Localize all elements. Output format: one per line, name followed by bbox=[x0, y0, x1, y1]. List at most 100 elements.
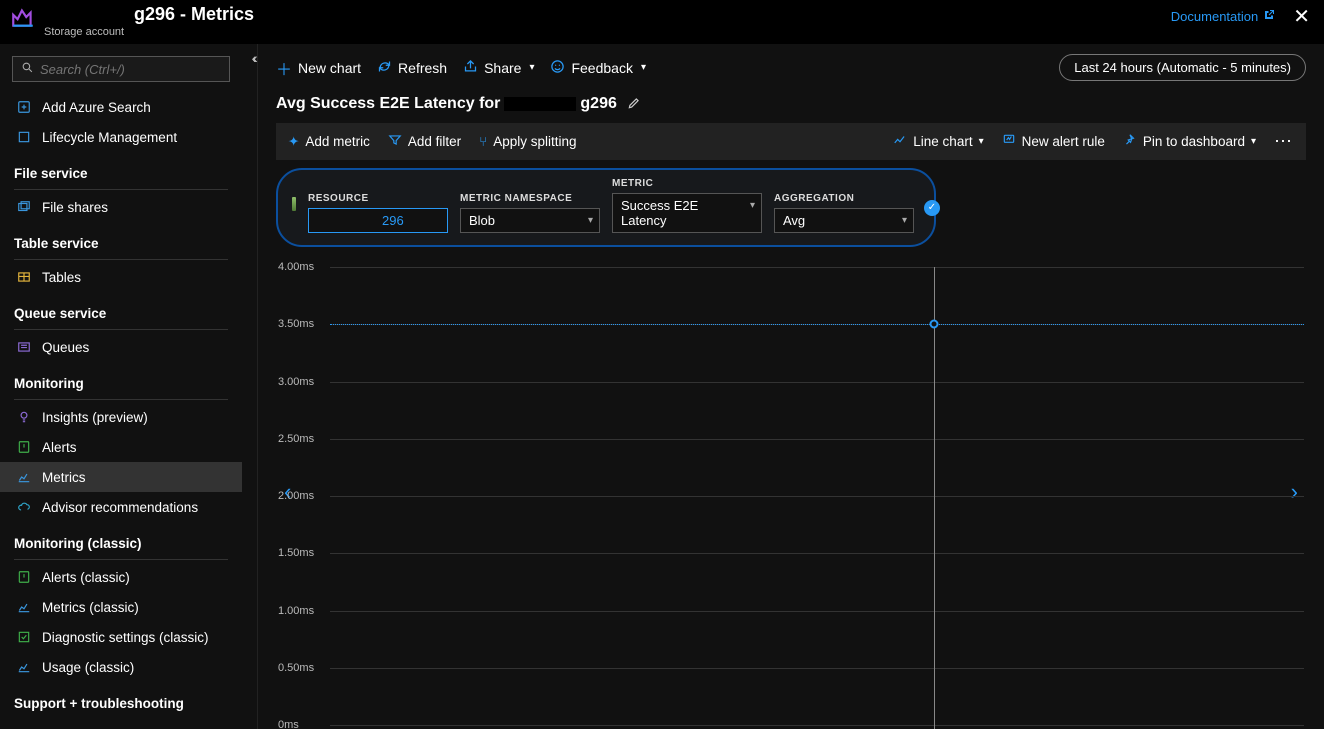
sidebar-item-file-shares[interactable]: File shares bbox=[0, 192, 242, 222]
sidebar-item-lifecycle-management[interactable]: Lifecycle Management bbox=[0, 122, 242, 152]
cloud-icon bbox=[16, 499, 32, 515]
sidebar-section-title: File service bbox=[0, 152, 242, 187]
data-series-line bbox=[330, 324, 1304, 325]
sidebar-item-advisor-recommendations[interactable]: Advisor recommendations bbox=[0, 492, 242, 522]
pin-to-dashboard-button[interactable]: Pin to dashboard ▾ bbox=[1123, 133, 1256, 150]
search-icon bbox=[21, 61, 34, 77]
sidebar-item-metrics-classic-[interactable]: Metrics (classic) bbox=[0, 592, 242, 622]
plus-icon bbox=[16, 99, 32, 115]
alert-icon bbox=[1002, 133, 1016, 150]
metrics-icon bbox=[16, 659, 32, 675]
y-axis-tick: 0.50ms bbox=[278, 662, 314, 674]
gridline bbox=[330, 439, 1304, 440]
chevron-down-icon: ▾ bbox=[641, 62, 646, 73]
resource-label: RESOURCE bbox=[308, 193, 448, 204]
metrics-logo-icon bbox=[10, 4, 36, 33]
plus-icon: ＋ bbox=[276, 56, 292, 80]
metric-picker: RESOURCE xxxxxxxxxx296 METRIC NAMESPACE … bbox=[276, 168, 936, 247]
new-alert-rule-button[interactable]: New alert rule bbox=[1002, 133, 1105, 150]
sidebar-item-label: Advisor recommendations bbox=[42, 500, 198, 515]
sidebar-item-label: Alerts bbox=[42, 440, 77, 455]
sidebar-item-queues[interactable]: Queues bbox=[0, 332, 242, 362]
resource-dropdown[interactable]: xxxxxxxxxx296 bbox=[308, 208, 448, 233]
page-header: g296 - Metrics Storage account Documenta… bbox=[0, 0, 1324, 44]
gridline bbox=[330, 382, 1304, 383]
table-icon bbox=[16, 269, 32, 285]
time-range-picker[interactable]: Last 24 hours (Automatic - 5 minutes) bbox=[1059, 54, 1306, 81]
sidebar-item-label: Diagnostic settings (classic) bbox=[42, 630, 209, 645]
chart-type-dropdown[interactable]: Line chart ▾ bbox=[893, 133, 983, 150]
sidebar-item-diagnostic-settings-classic-[interactable]: Diagnostic settings (classic) bbox=[0, 622, 242, 652]
sidebar-item-label: Lifecycle Management bbox=[42, 130, 177, 145]
sidebar-section-title: Monitoring (classic) bbox=[0, 522, 242, 557]
alert-icon bbox=[16, 439, 32, 455]
page-title: g296 - Metrics bbox=[44, 4, 254, 25]
smiley-icon bbox=[550, 59, 565, 77]
sidebar-search[interactable] bbox=[12, 56, 230, 82]
sidebar-item-metrics[interactable]: Metrics bbox=[0, 462, 242, 492]
apply-splitting-button[interactable]: ⑂ Apply splitting bbox=[479, 134, 576, 149]
line-chart[interactable]: 4.00ms3.50ms3.00ms2.50ms2.00ms1.50ms1.00… bbox=[278, 255, 1304, 729]
chevron-down-icon: ▾ bbox=[529, 62, 534, 73]
sidebar-item-tables[interactable]: Tables bbox=[0, 262, 242, 292]
close-button[interactable]: ✕ bbox=[1289, 4, 1314, 29]
main-content: ＋ New chart Refresh Share ▾ Fee bbox=[258, 44, 1324, 729]
sidebar-item-add-azure-search[interactable]: Add Azure Search bbox=[0, 92, 242, 122]
chart-toolbar: ✦ Add metric Add filter ⑂ Apply splittin… bbox=[276, 123, 1306, 160]
gridline bbox=[330, 611, 1304, 612]
page-title-suffix: g296 - Metrics bbox=[134, 4, 254, 25]
chart-title: Avg Success E2E Latency for g296 bbox=[276, 95, 617, 113]
sidebar-item-label: Tables bbox=[42, 270, 81, 285]
confirm-metric-button[interactable]: ✓ bbox=[924, 200, 940, 216]
y-axis-tick: 3.00ms bbox=[278, 376, 314, 388]
namespace-label: METRIC NAMESPACE bbox=[460, 193, 600, 204]
chevron-down-icon: ▾ bbox=[588, 215, 593, 226]
new-chart-button[interactable]: ＋ New chart bbox=[276, 56, 361, 80]
gridline bbox=[330, 553, 1304, 554]
sidebar-item-label: Metrics (classic) bbox=[42, 600, 139, 615]
documentation-link[interactable]: Documentation bbox=[1171, 9, 1275, 24]
share-button[interactable]: Share ▾ bbox=[463, 59, 534, 77]
redacted-resource-name bbox=[44, 6, 130, 24]
more-options-button[interactable]: ⋯ bbox=[1274, 131, 1294, 152]
gridline bbox=[330, 267, 1304, 268]
metrics-icon bbox=[16, 599, 32, 615]
sidebar-item-label: Add Azure Search bbox=[42, 100, 151, 115]
y-axis-tick: 0ms bbox=[278, 719, 299, 729]
aggregation-dropdown[interactable]: Avg▾ bbox=[774, 208, 914, 233]
sidebar-item-alerts-classic-[interactable]: Alerts (classic) bbox=[0, 562, 242, 592]
hover-point bbox=[929, 320, 938, 329]
feedback-button[interactable]: Feedback ▾ bbox=[550, 59, 646, 77]
search-input[interactable] bbox=[40, 62, 221, 77]
sidebar-item-label: File shares bbox=[42, 200, 108, 215]
hover-crosshair bbox=[934, 267, 935, 729]
gridline bbox=[330, 496, 1304, 497]
chevron-down-icon: ▾ bbox=[1251, 136, 1256, 147]
pin-icon bbox=[1123, 133, 1137, 150]
chevron-down-icon: ▾ bbox=[979, 136, 984, 147]
top-toolbar: ＋ New chart Refresh Share ▾ Fee bbox=[258, 44, 1324, 91]
add-metric-button[interactable]: ✦ Add metric bbox=[288, 134, 370, 150]
sidebar-item-usage-classic-[interactable]: Usage (classic) bbox=[0, 652, 242, 682]
namespace-dropdown[interactable]: Blob▾ bbox=[460, 208, 600, 233]
sidebar-item-insights-preview-[interactable]: Insights (preview) bbox=[0, 402, 242, 432]
chevron-down-icon: ▾ bbox=[750, 200, 755, 211]
add-metric-icon: ✦ bbox=[288, 134, 299, 150]
sidebar-item-label: Usage (classic) bbox=[42, 660, 134, 675]
refresh-button[interactable]: Refresh bbox=[377, 59, 447, 77]
sidebar-item-alerts[interactable]: Alerts bbox=[0, 432, 242, 462]
metric-dropdown[interactable]: Success E2E Latency▾ bbox=[612, 193, 762, 233]
share-icon bbox=[463, 59, 478, 77]
sidebar-section-title: Table service bbox=[0, 222, 242, 257]
edit-title-button[interactable] bbox=[627, 96, 641, 113]
redacted-resource-name bbox=[504, 97, 576, 111]
gridline bbox=[330, 668, 1304, 669]
aggregation-label: AGGREGATION bbox=[774, 193, 914, 204]
y-axis-tick: 3.50ms bbox=[278, 318, 314, 330]
page-subtitle: Storage account bbox=[44, 26, 254, 38]
files-icon bbox=[16, 199, 32, 215]
sidebar-item-label: Alerts (classic) bbox=[42, 570, 130, 585]
add-filter-button[interactable]: Add filter bbox=[388, 133, 461, 150]
sidebar-section-title: Support + troubleshooting bbox=[0, 682, 242, 717]
metric-label: METRIC bbox=[612, 178, 762, 189]
